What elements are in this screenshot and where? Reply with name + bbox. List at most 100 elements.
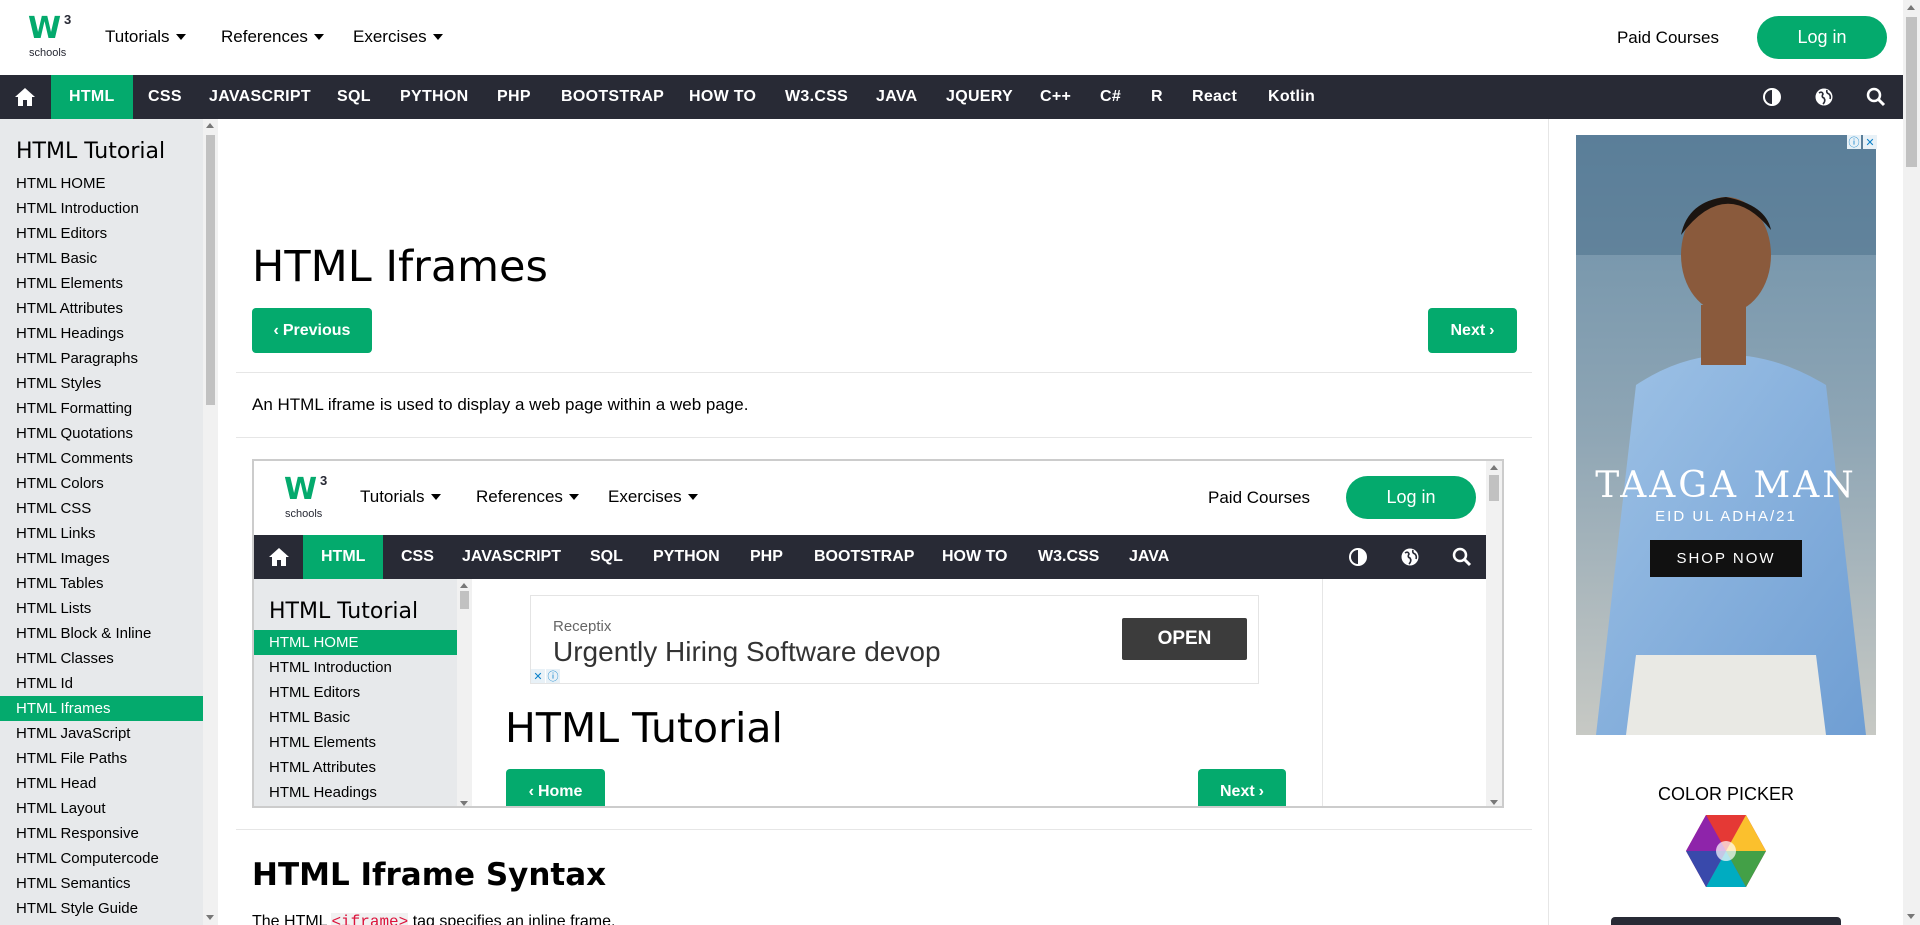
sidebar-item-semantics[interactable]: HTML Semantics (0, 871, 203, 896)
contrast-icon[interactable] (1348, 547, 1368, 567)
home-icon[interactable] (15, 88, 35, 106)
right-ad[interactable]: TAAGA MAN EID UL ADHA/21 SHOP NOW (1576, 135, 1876, 735)
previous-button[interactable]: ‹ Previous (252, 308, 372, 353)
iframe-topnav-howto[interactable]: HOW TO (942, 535, 1007, 579)
exercises-menu[interactable]: Exercises (353, 27, 443, 47)
topnav-howto[interactable]: HOW TO (689, 75, 756, 119)
login-button[interactable]: Log in (1757, 16, 1887, 59)
sidebar-item-styles[interactable]: HTML Styles (0, 371, 203, 396)
w3schools-logo[interactable]: W 3 schools (282, 473, 332, 521)
sidebar-item-tables[interactable]: HTML Tables (0, 571, 203, 596)
globe-icon[interactable] (1400, 547, 1420, 567)
topnav-sql[interactable]: SQL (337, 75, 371, 119)
sidebar-item-iframes[interactable]: HTML Iframes (0, 696, 203, 721)
references-menu[interactable]: References (221, 27, 324, 47)
sidebar-item-responsive[interactable]: HTML Responsive (0, 821, 203, 846)
iframe-topnav-javascript[interactable]: JAVASCRIPT (462, 535, 561, 579)
topnav-java[interactable]: JAVA (876, 75, 918, 119)
topnav-bootstrap[interactable]: BOOTSTRAP (561, 75, 664, 119)
iframe-topnav-w3css[interactable]: W3.CSS (1038, 535, 1099, 579)
iframe-sidebar-scroll-thumb[interactable] (460, 591, 469, 609)
home-icon[interactable] (269, 548, 289, 566)
iframe-sidebar-item-home[interactable]: HTML HOME (254, 630, 457, 655)
topnav-javascript[interactable]: JAVASCRIPT (209, 75, 311, 119)
sidebar-scroll-thumb[interactable] (206, 135, 215, 405)
tutorials-menu[interactable]: Tutorials (105, 27, 186, 47)
iframe-scrollbar[interactable] (1486, 461, 1502, 806)
w3schools-logo[interactable]: W 3 schools (26, 12, 76, 60)
sidebar-item-introduction[interactable]: HTML Introduction (0, 196, 203, 221)
topnav-css[interactable]: CSS (148, 75, 182, 119)
sidebar-item-style-guide[interactable]: HTML Style Guide (0, 896, 203, 921)
sidebar-item-comments[interactable]: HTML Comments (0, 446, 203, 471)
sidebar-item-head[interactable]: HTML Head (0, 771, 203, 796)
topnav-react[interactable]: React (1192, 75, 1237, 119)
sidebar-item-html-home[interactable]: HTML HOME (0, 171, 203, 196)
iframe-login-button[interactable]: Log in (1346, 476, 1476, 519)
sidebar-item-basic[interactable]: HTML Basic (0, 246, 203, 271)
iframe-topnav-java[interactable]: JAVA (1129, 535, 1169, 579)
iframe-topnav-python[interactable]: PYTHON (653, 535, 720, 579)
iframe-topnav-bootstrap[interactable]: BOOTSTRAP (814, 535, 914, 579)
sidebar-item-links[interactable]: HTML Links (0, 521, 203, 546)
topnav-csharp[interactable]: C# (1100, 75, 1121, 119)
info-icon[interactable]: ⓘ (1847, 135, 1861, 149)
iframe-example[interactable]: W 3 schools Tutorials References Exercis… (252, 459, 1504, 808)
sidebar-item-block-inline[interactable]: HTML Block & Inline (0, 621, 203, 646)
close-icon[interactable]: ✕ (1863, 135, 1877, 149)
sidebar-item-computercode[interactable]: HTML Computercode (0, 846, 203, 871)
sidebar-item-css[interactable]: HTML CSS (0, 496, 203, 521)
iframe-topnav-html[interactable]: HTML (303, 535, 384, 579)
iframe-topnav-php[interactable]: PHP (750, 535, 783, 579)
topnav-jquery[interactable]: JQUERY (946, 75, 1013, 119)
sidebar-item-paragraphs[interactable]: HTML Paragraphs (0, 346, 203, 371)
sidebar-item-id[interactable]: HTML Id (0, 671, 203, 696)
next-button[interactable]: Next › (1428, 308, 1517, 353)
scroll-down-icon[interactable] (460, 801, 468, 806)
iframe-sidebar-item-editors[interactable]: HTML Editors (254, 680, 457, 705)
iframe-sidebar-item-basic[interactable]: HTML Basic (254, 705, 457, 730)
iframe-sidebar-item-headings[interactable]: HTML Headings (254, 780, 457, 805)
topnav-python[interactable]: PYTHON (400, 75, 468, 119)
sidebar-item-classes[interactable]: HTML Classes (0, 646, 203, 671)
scroll-down-icon[interactable] (1907, 914, 1915, 919)
scroll-up-icon[interactable] (206, 123, 214, 128)
sidebar-item-elements[interactable]: HTML Elements (0, 271, 203, 296)
sidebar-item-layout[interactable]: HTML Layout (0, 796, 203, 821)
shop-now-button[interactable]: SHOP NOW (1650, 540, 1802, 577)
sidebar-item-attributes[interactable]: HTML Attributes (0, 296, 203, 321)
paid-courses-link[interactable]: Paid Courses (1617, 28, 1719, 48)
contrast-icon[interactable] (1762, 87, 1782, 107)
sidebar-item-colors[interactable]: HTML Colors (0, 471, 203, 496)
sidebar-item-headings[interactable]: HTML Headings (0, 321, 203, 346)
sidebar-item-images[interactable]: HTML Images (0, 546, 203, 571)
color-picker-icon[interactable] (1686, 815, 1766, 887)
topnav-w3css[interactable]: W3.CSS (785, 75, 848, 119)
sidebar-item-quotations[interactable]: HTML Quotations (0, 421, 203, 446)
topnav-cpp[interactable]: C++ (1040, 75, 1071, 119)
iframe-home-button[interactable]: ‹ Home (506, 769, 605, 806)
topnav-r[interactable]: R (1151, 75, 1163, 119)
scroll-up-icon[interactable] (460, 583, 468, 588)
scroll-up-icon[interactable] (1490, 465, 1498, 470)
sidebar-item-javascript[interactable]: HTML JavaScript (0, 721, 203, 746)
globe-icon[interactable] (1814, 87, 1834, 107)
ad-choices[interactable]: ⓘ ✕ (1847, 135, 1877, 149)
scroll-down-icon[interactable] (206, 915, 214, 920)
scroll-down-icon[interactable] (1490, 800, 1498, 805)
iframe-references-menu[interactable]: References (476, 487, 579, 507)
close-icon[interactable]: ✕ (531, 669, 545, 683)
info-icon[interactable]: ⓘ (546, 669, 560, 683)
topnav-kotlin[interactable]: Kotlin (1268, 75, 1315, 119)
search-icon[interactable] (1866, 87, 1886, 107)
topnav-php[interactable]: PHP (497, 75, 531, 119)
iframe-sidebar-item-attributes[interactable]: HTML Attributes (254, 755, 457, 780)
sidebar-item-formatting[interactable]: HTML Formatting (0, 396, 203, 421)
iframe-ad-banner[interactable]: Receptix Urgently Hiring Software devop … (530, 595, 1259, 684)
sidebar-item-file-paths[interactable]: HTML File Paths (0, 746, 203, 771)
topnav-html[interactable]: HTML (51, 75, 133, 119)
iframe-sidebar-item-elements[interactable]: HTML Elements (254, 730, 457, 755)
iframe-scroll-thumb[interactable] (1489, 475, 1499, 501)
ad-open-button[interactable]: OPEN (1122, 618, 1247, 660)
search-icon[interactable] (1452, 547, 1472, 567)
